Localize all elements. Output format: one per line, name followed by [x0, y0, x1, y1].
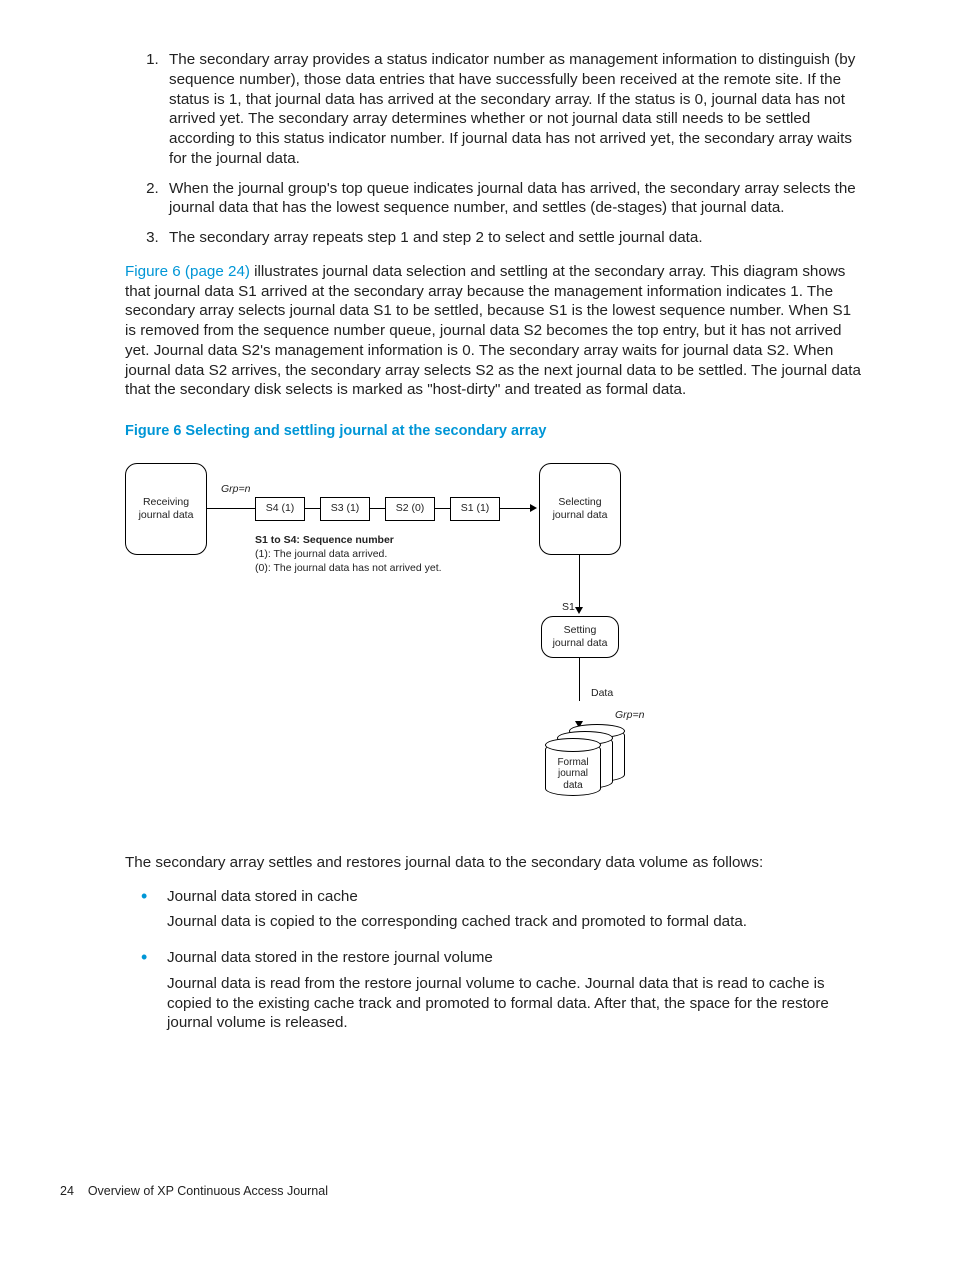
legend-block: S1 to S4: Sequence number (1): The journ…	[255, 533, 442, 576]
queue-s2-box: S2 (0)	[385, 497, 435, 521]
bullet-body: Journal data is copied to the correspond…	[167, 912, 864, 932]
bullet-head: Journal data stored in the restore journ…	[167, 948, 864, 968]
receiving-label: Receiving journal data	[139, 496, 194, 522]
queue-s4-box: S4 (1)	[255, 497, 305, 521]
setting-journal-box: Setting journal data	[541, 616, 619, 658]
arrow-right-icon	[530, 504, 537, 512]
legend-line-1: (1): The journal data arrived.	[255, 547, 442, 561]
bullet-list: Journal data stored in cache Journal dat…	[125, 887, 864, 1034]
figure-caption: Figure 6 Selecting and settling journal …	[125, 422, 864, 441]
step-item: The secondary array repeats step 1 and s…	[163, 228, 864, 248]
formal-journal-label: Formal journal data	[546, 757, 600, 792]
figure-6-diagram: Receiving journal data Grp=n S4 (1) S3 (…	[125, 453, 685, 843]
paragraph-text: illustrates journal data selection and s…	[125, 263, 861, 399]
connector-line	[579, 554, 580, 609]
bullet-body: Journal data is read from the restore jo…	[167, 974, 864, 1033]
s1-edge-label: S1	[562, 601, 575, 615]
figure-reference-paragraph: Figure 6 (page 24) illustrates journal d…	[125, 262, 864, 400]
page-footer: 24 Overview of XP Continuous Access Jour…	[60, 1183, 894, 1199]
connector-line	[579, 657, 580, 701]
connector-line	[499, 508, 532, 509]
legend-title: S1 to S4: Sequence number	[255, 533, 442, 547]
grp-top-label: Grp=n	[221, 483, 250, 497]
legend-line-0: (0): The journal data has not arrived ye…	[255, 561, 442, 575]
settles-paragraph: The secondary array settles and restores…	[125, 853, 864, 873]
step-item: When the journal group's top queue indic…	[163, 179, 864, 219]
selecting-label: Selecting journal data	[553, 496, 608, 522]
bullet-item: Journal data stored in cache Journal dat…	[163, 887, 864, 933]
connector-line	[369, 508, 385, 509]
ordered-steps-list: The secondary array provides a status in…	[125, 50, 864, 248]
step-item: The secondary array provides a status in…	[163, 50, 864, 169]
bullet-item: Journal data stored in the restore journ…	[163, 948, 864, 1033]
arrow-down-icon	[575, 607, 583, 614]
selecting-journal-box: Selecting journal data	[539, 463, 621, 555]
data-edge-label: Data	[591, 687, 613, 701]
grp-bottom-label: Grp=n	[615, 709, 644, 723]
figure-6-link[interactable]: Figure 6 (page 24)	[125, 263, 250, 280]
connector-line	[206, 508, 255, 509]
footer-title: Overview of XP Continuous Access Journal	[88, 1184, 328, 1198]
bullet-head: Journal data stored in cache	[167, 887, 864, 907]
queue-s1-box: S1 (1)	[450, 497, 500, 521]
receiving-journal-box: Receiving journal data	[125, 463, 207, 555]
queue-s3-box: S3 (1)	[320, 497, 370, 521]
connector-line	[434, 508, 450, 509]
setting-label: Setting journal data	[553, 624, 608, 650]
page-number: 24	[60, 1184, 74, 1198]
connector-line	[304, 508, 320, 509]
